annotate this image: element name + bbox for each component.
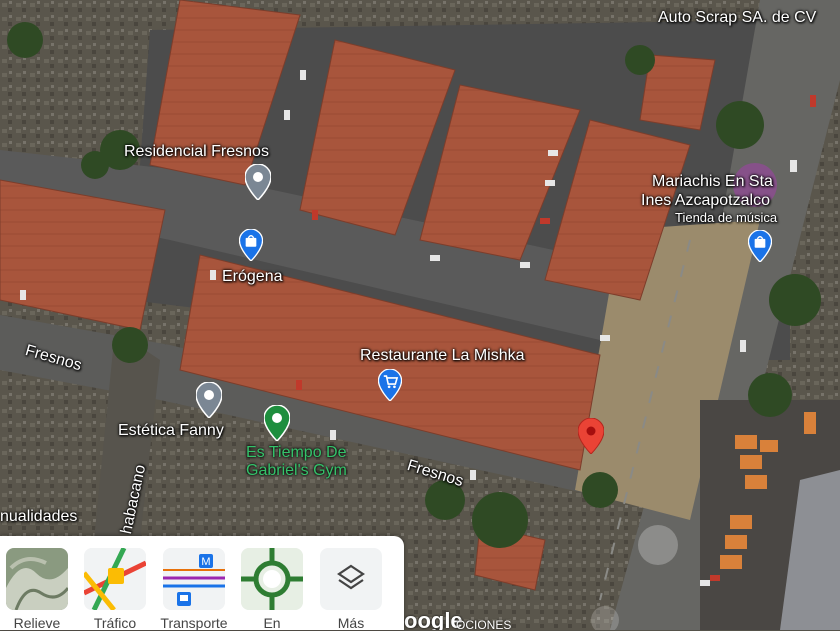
place-label[interactable]: Residencial Fresnos [124,143,269,161]
place-label[interactable]: Ines Azcapotzalco [641,192,770,210]
place-label[interactable]: Restaurante La Mishka [360,347,525,365]
map-footer-text[interactable]: OCIONES [456,618,511,630]
svg-text:M: M [201,556,210,568]
transit-icon: M [163,548,225,610]
place-label[interactable]: Auto Scrap SA. de CV [658,9,816,27]
layer-label: Más [337,615,365,631]
place-label[interactable]: Estética Fanny [118,422,224,440]
music-store-pin-icon[interactable] [748,230,772,262]
google-logo: oogle [404,608,463,630]
layer-traffic[interactable]: Tráfico [79,548,151,631]
dropped-pin-icon[interactable] [578,418,604,454]
layer-biking[interactable]: En [236,548,308,631]
biking-icon [241,548,303,610]
place-category-label: Tienda de música [675,210,778,225]
layer-label: Relieve [13,615,61,631]
layer-label: Tráfico [93,615,137,631]
place-label[interactable]: Gabriel's Gym [246,462,347,480]
place-label[interactable]: nualidades [0,508,77,526]
layer-transit[interactable]: M Transporte [158,548,230,631]
layer-more[interactable]: Más [315,548,387,631]
layer-label: Transporte [160,615,228,631]
gym-pin-icon[interactable] [264,405,290,441]
shopping-cart-pin-icon[interactable] [378,369,402,401]
map-pin-gray-icon[interactable] [245,164,271,200]
place-label[interactable]: Erógena [222,268,283,286]
layer-label: En [263,615,281,631]
place-label[interactable]: Mariachis En Sta [652,173,773,191]
place-label[interactable]: Es Tiempo De [246,444,346,462]
shopping-bag-pin-icon[interactable] [239,229,263,261]
layers-icon [320,548,382,610]
terrain-icon [6,548,68,610]
map-pin-gray-icon[interactable] [196,382,222,418]
traffic-icon [84,548,146,610]
layer-terrain[interactable]: Relieve [1,548,73,631]
map-layers-panel: Relieve Tráfico M Transporte En Más [0,536,404,631]
